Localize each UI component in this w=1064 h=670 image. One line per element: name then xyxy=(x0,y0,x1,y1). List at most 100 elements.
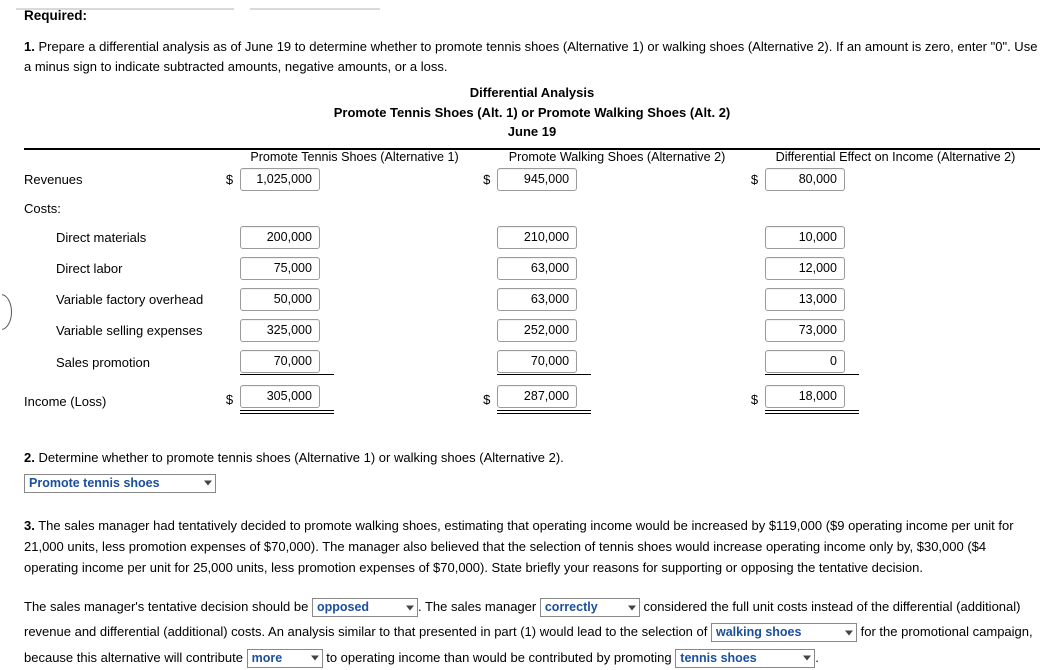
question-1-text: Prepare a differential analysis as of Ju… xyxy=(24,39,1038,75)
cell-income-alt2: $ xyxy=(483,379,751,418)
differential-analysis-table-wrap: Promote Tennis Shoes (Alternative 1) Pro… xyxy=(24,147,1040,418)
currency-spacer: $ xyxy=(751,292,765,307)
input-direct-labor-diff[interactable] xyxy=(764,256,845,280)
input-direct-labor-alt2[interactable] xyxy=(497,256,578,280)
answer-text-part-2: . The sales manager xyxy=(417,599,537,615)
cell-vfo-diff: $ xyxy=(751,284,1040,315)
currency-symbol: $ xyxy=(750,391,759,407)
column-header-alt1: Promote Tennis Shoes (Alternative 1) xyxy=(225,147,484,164)
chevron-down-icon xyxy=(845,630,853,636)
input-vfo-diff[interactable] xyxy=(764,287,845,311)
document-page: Required: 1. Prepare a differential anal… xyxy=(0,8,1064,670)
question-2-number: 2. xyxy=(24,449,35,465)
cell-income-diff: $ xyxy=(751,379,1040,418)
currency-symbol: $ xyxy=(483,391,491,407)
subtotal-rule xyxy=(497,373,592,375)
table-header-row: Promote Tennis Shoes (Alternative 1) Pro… xyxy=(24,147,1040,164)
total-double-rule xyxy=(764,409,859,414)
input-vfo-alt2[interactable] xyxy=(497,287,578,311)
select-promote-choice[interactable]: Promote tennis shoes xyxy=(24,473,216,493)
currency-spacer: $ xyxy=(483,230,497,245)
currency-spacer: $ xyxy=(483,355,497,370)
total-double-rule xyxy=(239,409,334,414)
currency-spacer: $ xyxy=(751,230,765,245)
currency-symbol: $ xyxy=(483,171,491,187)
question-3-number: 3. xyxy=(24,517,35,533)
cell-costs-alt2 xyxy=(483,195,751,222)
chevron-down-icon xyxy=(405,605,414,611)
select-product-choice[interactable]: walking shoes xyxy=(711,623,857,643)
cell-sales-promotion-alt2: $ xyxy=(483,346,751,379)
input-vfo-alt1[interactable] xyxy=(239,287,320,311)
input-revenues-diff[interactable] xyxy=(764,167,845,191)
currency-spacer: $ xyxy=(483,323,497,338)
input-revenues-alt1[interactable] xyxy=(239,167,320,191)
answer-text-part-1: The sales manager's tentative decision s… xyxy=(24,599,309,615)
total-double-rule xyxy=(497,409,592,414)
row-label-sales-promotion: Sales promotion xyxy=(56,354,150,370)
cell-vfo-alt2: $ xyxy=(483,284,751,315)
question-3: 3. The sales manager had tentatively dec… xyxy=(24,515,1040,670)
input-income-alt2[interactable] xyxy=(497,384,578,408)
table-title-line-1: Differential Analysis xyxy=(469,85,595,101)
table-row: Variable factory overhead $ $ $ xyxy=(24,284,1040,315)
input-vse-diff[interactable] xyxy=(764,318,845,342)
chevron-down-icon xyxy=(310,655,319,661)
cell-vse-alt1: $ xyxy=(226,315,483,346)
question-2: 2. Determine whether to promote tennis s… xyxy=(24,448,1040,493)
cell-direct-labor-diff: $ xyxy=(751,253,1040,284)
currency-spacer: $ xyxy=(483,261,497,276)
input-direct-labor-alt1[interactable] xyxy=(239,256,320,280)
cell-sales-promotion-alt1: $ xyxy=(226,346,483,379)
cell-direct-materials-alt1: $ xyxy=(226,222,483,253)
row-label-costs: Costs: xyxy=(24,200,61,216)
input-vse-alt2[interactable] xyxy=(497,318,578,342)
input-income-diff[interactable] xyxy=(764,384,845,408)
cell-direct-labor-alt2: $ xyxy=(483,253,751,284)
select-decision-stance[interactable]: opposed xyxy=(311,598,418,618)
differential-analysis-table: Promote Tennis Shoes (Alternative 1) Pro… xyxy=(24,147,1040,418)
currency-spacer: $ xyxy=(226,292,240,307)
table-title-line-3: June 19 xyxy=(507,124,557,140)
row-label-income-loss: Income (Loss) xyxy=(24,393,107,409)
currency-spacer: $ xyxy=(483,292,497,307)
cell-sales-promotion-diff: $ xyxy=(751,346,1040,379)
row-label-revenues: Revenues xyxy=(24,171,83,187)
question-1-number: 1. xyxy=(24,39,35,54)
currency-spacer: $ xyxy=(751,323,765,338)
input-vse-alt1[interactable] xyxy=(239,318,320,342)
table-row: Income (Loss) $ $ xyxy=(24,379,1040,418)
input-sales-promotion-diff[interactable] xyxy=(764,349,845,373)
chevron-down-icon xyxy=(803,655,812,661)
cell-vfo-alt1: $ xyxy=(226,284,483,315)
top-divider-rules xyxy=(0,8,1064,11)
question-2-text-row: 2. Determine whether to promote tennis s… xyxy=(24,448,1040,468)
select-alternative-product[interactable]: tennis shoes xyxy=(675,648,816,668)
cell-income-alt1: $ xyxy=(226,379,483,418)
row-label-variable-factory-overhead: Variable factory overhead xyxy=(56,291,204,307)
question-3-text-row: 3. The sales manager had tentatively dec… xyxy=(24,515,1040,578)
question-3-answer: The sales manager's tentative decision s… xyxy=(24,594,1040,670)
input-direct-materials-diff[interactable] xyxy=(764,225,845,249)
select-manager-judgment[interactable]: correctly xyxy=(539,598,640,618)
currency-symbol: $ xyxy=(225,171,234,187)
input-sales-promotion-alt1[interactable] xyxy=(239,349,320,373)
table-title-line-2: Promote Tennis Shoes (Alt. 1) or Promote… xyxy=(333,104,731,120)
table-row: Direct materials $ $ $ xyxy=(24,222,1040,253)
input-revenues-alt2[interactable] xyxy=(497,167,578,191)
cell-vse-alt2: $ xyxy=(483,315,751,346)
currency-spacer: $ xyxy=(226,323,240,338)
input-direct-materials-alt1[interactable] xyxy=(239,225,320,249)
input-direct-materials-alt2[interactable] xyxy=(497,225,578,249)
question-1: 1. Prepare a differential analysis as of… xyxy=(24,37,1040,77)
answer-text-part-6: . xyxy=(815,649,819,665)
input-sales-promotion-alt2[interactable] xyxy=(497,349,578,373)
currency-spacer: $ xyxy=(226,261,240,276)
row-label-direct-labor: Direct labor xyxy=(56,260,123,276)
select-contribution-amount[interactable]: more xyxy=(246,648,323,668)
currency-spacer: $ xyxy=(226,230,240,245)
select-decision-stance-value: opposed xyxy=(316,600,370,615)
cell-costs-alt1 xyxy=(226,195,483,222)
input-income-alt1[interactable] xyxy=(239,384,320,408)
table-row: Revenues $ $ $ xyxy=(24,164,1040,195)
